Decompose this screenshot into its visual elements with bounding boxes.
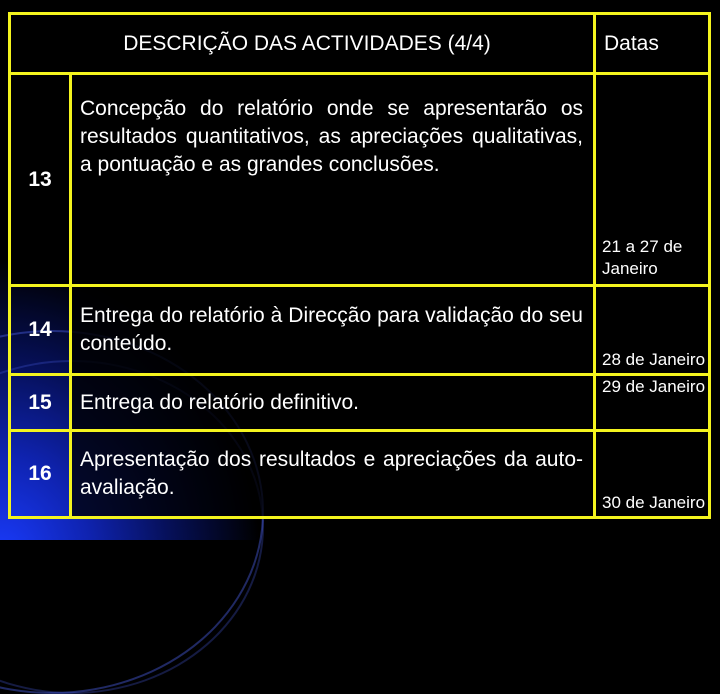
- row-description: Entrega do relatório à Direcção para val…: [69, 284, 596, 376]
- row-date: 30 de Janeiro: [593, 429, 711, 519]
- dates-header: Datas: [593, 12, 711, 75]
- row-number: 13: [8, 72, 72, 287]
- row-number: 14: [8, 284, 72, 376]
- table-row: 16 Apresentação dos resultados e aprecia…: [8, 429, 711, 519]
- table-row: 13 Concepção do relatório onde se aprese…: [8, 72, 711, 287]
- table-row: 15 Entrega do relatório definitivo. 29 d…: [8, 373, 711, 432]
- row-description: Apresentação dos resultados e apreciaçõe…: [69, 429, 596, 519]
- row-date: 28 de Janeiro: [593, 284, 711, 376]
- row-number: 15: [8, 373, 72, 432]
- header-row: DESCRIÇÃO DAS ACTIVIDADES (4/4) Datas: [8, 12, 711, 75]
- activities-table: DESCRIÇÃO DAS ACTIVIDADES (4/4) Datas 13…: [8, 12, 711, 519]
- row-number: 16: [8, 429, 72, 519]
- row-date: 21 a 27 de Janeiro: [593, 72, 711, 287]
- description-header: DESCRIÇÃO DAS ACTIVIDADES (4/4): [8, 12, 596, 75]
- row-date: 29 de Janeiro: [593, 373, 711, 432]
- row-description: Entrega do relatório definitivo.: [69, 373, 596, 432]
- row-description: Concepção do relatório onde se apresenta…: [69, 72, 596, 287]
- table-row: 14 Entrega do relatório à Direcção para …: [8, 284, 711, 376]
